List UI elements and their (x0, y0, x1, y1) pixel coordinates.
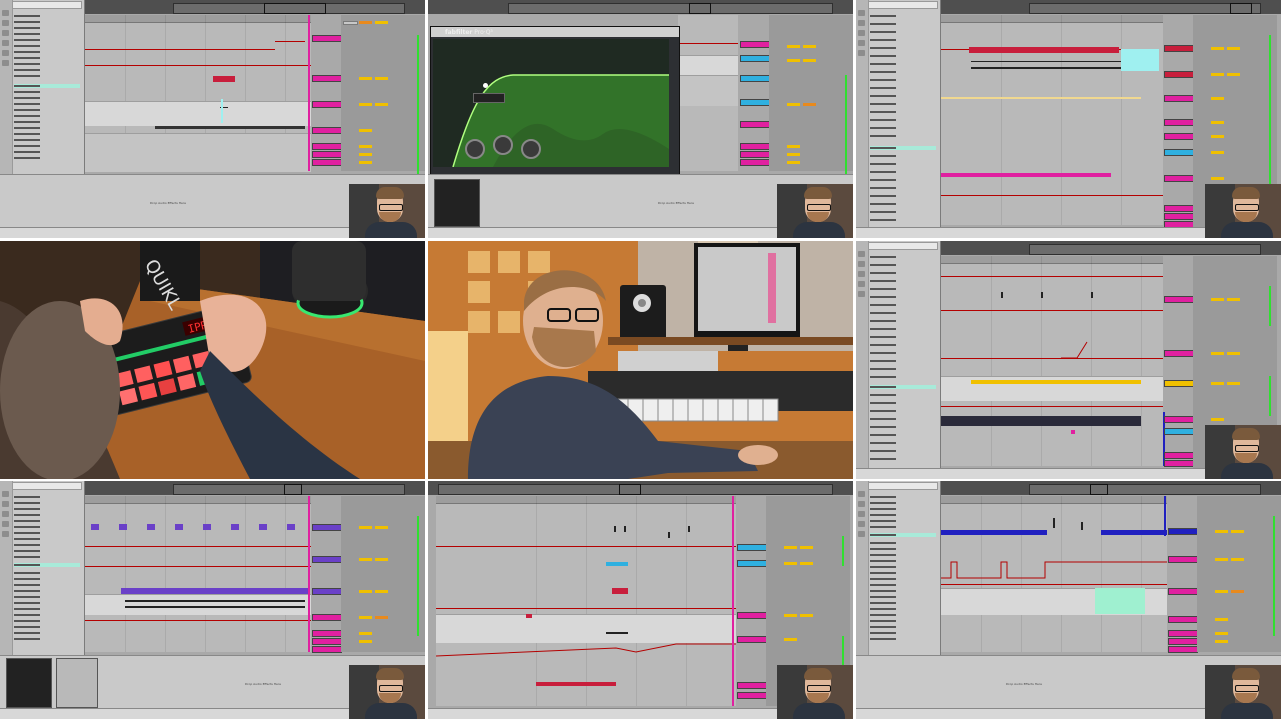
track-headers (739, 15, 770, 171)
mixer-section[interactable] (1197, 496, 1281, 652)
clip[interactable] (1095, 588, 1145, 614)
browser-search-input[interactable] (12, 1, 82, 9)
browser-search-input[interactable] (868, 1, 938, 9)
cell-top-right (856, 0, 1281, 238)
clip[interactable] (231, 524, 239, 530)
automation-gates (941, 561, 1167, 579)
webcam-presenter (777, 184, 853, 238)
drop-audio-effects-hint: Drop Audio Effects Here (658, 201, 694, 205)
browser-panel (856, 0, 941, 228)
track-headers (1167, 496, 1198, 653)
browser-panel (0, 481, 85, 655)
eq-display[interactable] (433, 39, 669, 168)
browser-search-input[interactable] (868, 242, 938, 250)
browser-search-input[interactable] (12, 482, 82, 490)
browser-item-selected[interactable] (870, 385, 936, 389)
clip[interactable] (287, 524, 295, 530)
clip[interactable] (203, 524, 211, 530)
clip[interactable] (606, 562, 628, 566)
cell-middle-middle-photo (428, 241, 853, 479)
cell-top-middle: fabfilter Pro·Q³ Drop Audio Effects Here (428, 0, 853, 238)
arrangement-view[interactable] (85, 496, 311, 652)
clip[interactable] (91, 524, 99, 530)
clip[interactable] (612, 588, 628, 594)
cell-bottom-right: Drop Audio Effects Here (856, 481, 1281, 719)
webcam-presenter (349, 184, 425, 238)
clip[interactable] (1101, 530, 1167, 535)
cell-bottom-middle (428, 481, 853, 719)
clip[interactable] (147, 524, 155, 530)
mixer-section[interactable] (769, 15, 853, 175)
mixer-section[interactable] (341, 15, 425, 175)
clip[interactable] (1071, 430, 1075, 434)
frequency-knob[interactable] (465, 139, 485, 159)
overview-bar (941, 0, 1281, 14)
clip[interactable] (526, 614, 532, 618)
video-thumbnail-grid: Drop Audio Effects Here fabfilter Pro·Q³… (0, 0, 1281, 720)
mixer-section[interactable] (341, 496, 425, 652)
webcam-presenter (1205, 665, 1281, 719)
plugin-title: fabfilter Pro·Q³ (445, 29, 493, 36)
browser-panel (856, 481, 941, 655)
producer-at-desk-photo (428, 241, 853, 479)
overview-bar (941, 481, 1281, 495)
browser-panel (0, 0, 85, 174)
track-headers (311, 496, 342, 653)
clip[interactable] (213, 76, 235, 82)
clip[interactable] (536, 682, 616, 686)
browser-panel (856, 241, 941, 469)
arrangement-view[interactable] (941, 15, 1165, 225)
browser-item-selected[interactable] (870, 533, 936, 537)
track-headers (1163, 15, 1194, 228)
external-audio-effect-device[interactable] (56, 658, 98, 708)
arrangement-view[interactable] (436, 496, 736, 706)
webcam-presenter (777, 665, 853, 719)
track-headers (1163, 256, 1194, 475)
clip[interactable] (941, 416, 1141, 426)
clip[interactable] (119, 524, 127, 530)
device-rack[interactable] (434, 179, 480, 227)
drop-audio-effects-hint: Drop Audio Effects Here (245, 682, 281, 686)
clip[interactable] (969, 47, 1119, 53)
clip[interactable] (971, 380, 1141, 384)
overview-bar (85, 481, 425, 495)
track-headers (736, 496, 767, 699)
cell-bottom-left: Drop Audio Effects Here (0, 481, 425, 719)
webcam-presenter (349, 665, 425, 719)
arrangement-view[interactable] (678, 15, 738, 171)
browser-item-selected[interactable] (870, 146, 936, 150)
eq-plugin-window[interactable]: fabfilter Pro·Q³ (430, 26, 680, 176)
browser-item-selected[interactable] (14, 84, 80, 88)
automation-line (436, 643, 736, 657)
drop-audio-effects-hint: Drop Audio Effects Here (150, 201, 186, 205)
gain-knob[interactable] (493, 135, 513, 155)
cell-top-left: Drop Audio Effects Here (0, 0, 425, 238)
clip[interactable] (175, 524, 183, 530)
hands-on-drum-machine-photo: QUIKL IPR (0, 241, 425, 479)
q-knob[interactable] (521, 139, 541, 159)
arrangement-view[interactable] (941, 256, 1165, 466)
arrangement-view[interactable] (85, 15, 311, 172)
overview-bar (428, 0, 853, 14)
arrangement-view[interactable] (941, 496, 1167, 652)
automation-ramp (1061, 341, 1088, 359)
drop-audio-effects-hint: Drop Audio Effects Here (1006, 682, 1042, 686)
webcam-presenter (1205, 425, 1281, 479)
clip[interactable] (941, 530, 1047, 535)
clip[interactable] (259, 524, 267, 530)
overview-bar (85, 0, 425, 14)
browser-search-input[interactable] (868, 482, 938, 490)
cell-middle-right (856, 241, 1281, 479)
overview-bar (941, 241, 1281, 255)
browser-item-selected[interactable] (14, 563, 80, 567)
clip[interactable] (941, 173, 1111, 177)
overview-bar (428, 481, 853, 495)
cell-middle-left-photo: QUIKL IPR (0, 241, 425, 479)
track-headers (311, 15, 342, 171)
clip[interactable] (1121, 49, 1159, 71)
device-rack[interactable] (6, 658, 52, 708)
webcam-presenter (1205, 184, 1281, 238)
